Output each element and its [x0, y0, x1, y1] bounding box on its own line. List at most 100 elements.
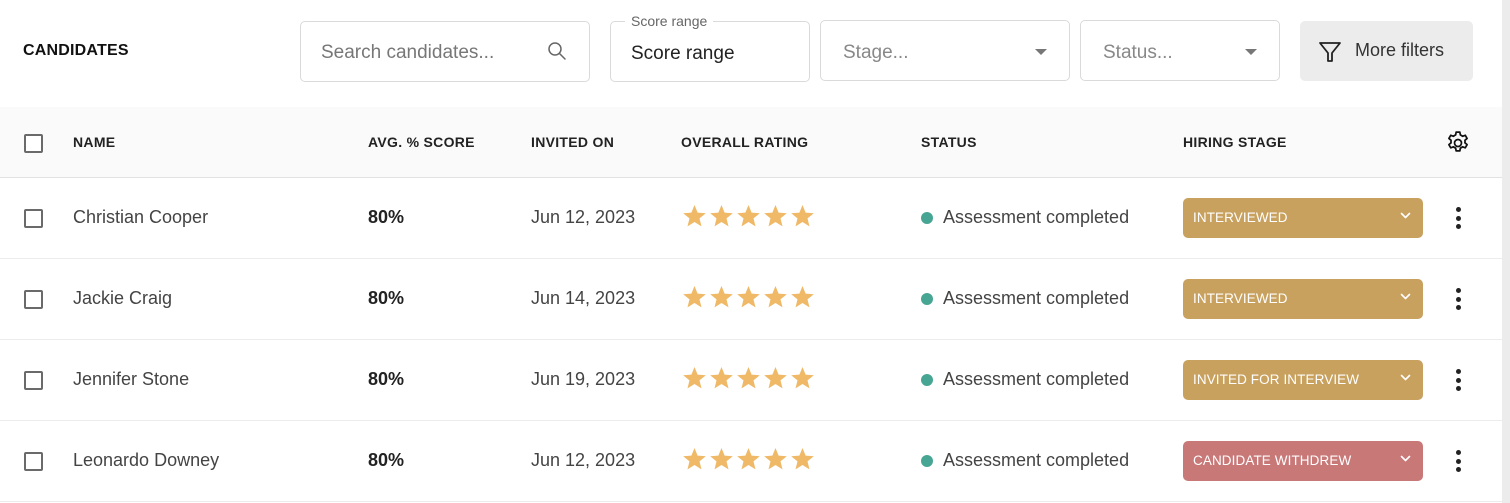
- candidate-name[interactable]: Leonardo Downey: [73, 450, 219, 471]
- candidate-name[interactable]: Jackie Craig: [73, 288, 172, 309]
- star-icon[interactable]: [789, 284, 816, 311]
- search-input[interactable]: Search candidates...: [300, 21, 590, 82]
- hiring-stage-dropdown[interactable]: INTERVIEWED: [1183, 279, 1423, 319]
- avg-score: 80%: [368, 288, 405, 308]
- stage-select[interactable]: Stage...: [820, 20, 1070, 81]
- star-icon[interactable]: [789, 446, 816, 473]
- chevron-down-icon: [1400, 374, 1411, 381]
- column-header-rating[interactable]: OVERALL RATING: [681, 134, 808, 150]
- kebab-dot-icon: [1455, 369, 1461, 374]
- status-text: Assessment completed: [943, 288, 1130, 308]
- row-checkbox[interactable]: [24, 452, 43, 471]
- status-cell: Assessment completed: [921, 288, 1129, 309]
- caret-down-icon: [1245, 49, 1257, 55]
- star-icon[interactable]: [735, 284, 762, 311]
- star-icon[interactable]: [708, 284, 735, 311]
- select-all-checkbox[interactable]: [24, 134, 43, 153]
- hiring-stage-dropdown[interactable]: INVITED FOR INTERVIEW: [1183, 360, 1423, 400]
- row-actions-menu-button[interactable]: [1448, 286, 1468, 312]
- kebab-dot-icon: [1455, 215, 1461, 221]
- column-header-invited[interactable]: INVITED ON: [531, 134, 614, 150]
- status-dot-icon: [921, 292, 933, 305]
- invited-date: Jun 19, 2023: [531, 369, 636, 389]
- row-checkbox[interactable]: [24, 290, 43, 309]
- table-row[interactable]: Jackie Craig 80% Jun 14, 2023 Assessment…: [0, 259, 1502, 340]
- invited-date: Jun 12, 2023: [531, 450, 636, 470]
- status-dot-icon: [921, 211, 933, 224]
- chevron-down-icon: [1400, 212, 1411, 219]
- column-header-stage[interactable]: HIRING STAGE: [1183, 134, 1287, 150]
- kebab-dot-icon: [1455, 450, 1461, 455]
- star-icon[interactable]: [708, 203, 735, 230]
- stage-placeholder: Stage...: [843, 42, 909, 63]
- star-icon[interactable]: [735, 203, 762, 230]
- star-icon[interactable]: [708, 365, 735, 392]
- more-filters-label: More filters: [1355, 40, 1445, 60]
- kebab-dot-icon: [1455, 207, 1461, 212]
- star-icon[interactable]: [789, 365, 816, 392]
- column-header-name[interactable]: NAME: [73, 134, 115, 150]
- overall-rating[interactable]: [681, 446, 816, 473]
- hiring-stage-dropdown[interactable]: CANDIDATE WITHDREW: [1183, 441, 1423, 481]
- table-row[interactable]: Christian Cooper 80% Jun 12, 2023 Assess…: [0, 178, 1502, 259]
- chevron-down-icon: [1400, 293, 1411, 300]
- status-text: Assessment completed: [943, 207, 1130, 227]
- kebab-dot-icon: [1455, 467, 1461, 472]
- candidate-name[interactable]: Jennifer Stone: [73, 369, 189, 390]
- star-icon[interactable]: [789, 203, 816, 230]
- kebab-dot-icon: [1455, 296, 1461, 302]
- hiring-stage-dropdown[interactable]: INTERVIEWED: [1183, 198, 1423, 238]
- star-icon[interactable]: [681, 365, 708, 392]
- row-actions-menu-button[interactable]: [1448, 205, 1468, 231]
- score-range-value: Score range: [631, 43, 735, 64]
- star-icon[interactable]: [762, 284, 789, 311]
- star-icon[interactable]: [735, 365, 762, 392]
- row-actions-menu-button[interactable]: [1448, 448, 1468, 474]
- hiring-stage-label: INTERVIEWED: [1193, 291, 1288, 306]
- hiring-stage-label: INVITED FOR INTERVIEW: [1193, 372, 1360, 387]
- star-icon[interactable]: [762, 365, 789, 392]
- avg-score: 80%: [368, 369, 405, 389]
- status-cell: Assessment completed: [921, 369, 1129, 390]
- overall-rating[interactable]: [681, 203, 816, 230]
- row-checkbox[interactable]: [24, 371, 43, 390]
- row-actions-menu-button[interactable]: [1448, 367, 1468, 393]
- score-range-field[interactable]: Score range Score range: [610, 13, 810, 82]
- search-icon[interactable]: [547, 41, 567, 61]
- star-icon[interactable]: [762, 203, 789, 230]
- scrollbar[interactable]: [1502, 0, 1510, 503]
- table-row[interactable]: Leonardo Downey 80% Jun 12, 2023 Assessm…: [0, 421, 1502, 502]
- kebab-dot-icon: [1455, 288, 1461, 293]
- status-text: Assessment completed: [943, 450, 1130, 470]
- caret-down-icon: [1035, 49, 1047, 55]
- kebab-dot-icon: [1455, 224, 1461, 229]
- star-icon[interactable]: [681, 446, 708, 473]
- page-title: CANDIDATES: [23, 42, 129, 59]
- hiring-stage-label: CANDIDATE WITHDREW: [1193, 453, 1352, 468]
- invited-date: Jun 12, 2023: [531, 207, 636, 227]
- row-checkbox[interactable]: [24, 209, 43, 228]
- column-header-score[interactable]: AVG. % SCORE: [368, 134, 475, 150]
- star-icon[interactable]: [681, 203, 708, 230]
- avg-score: 80%: [368, 450, 405, 470]
- status-dot-icon: [921, 373, 933, 386]
- overall-rating[interactable]: [681, 284, 816, 311]
- status-cell: Assessment completed: [921, 207, 1129, 228]
- candidate-name[interactable]: Christian Cooper: [73, 207, 208, 228]
- star-icon[interactable]: [762, 446, 789, 473]
- star-icon[interactable]: [735, 446, 762, 473]
- gear-icon[interactable]: [1445, 130, 1471, 156]
- kebab-dot-icon: [1455, 386, 1461, 391]
- status-dot-icon: [921, 454, 933, 467]
- status-placeholder: Status...: [1103, 42, 1173, 63]
- column-header-status[interactable]: STATUS: [921, 134, 977, 150]
- status-select[interactable]: Status...: [1080, 20, 1280, 81]
- table-header: NAME AVG. % SCORE INVITED ON OVERALL RAT…: [0, 107, 1502, 178]
- star-icon[interactable]: [681, 284, 708, 311]
- invited-date: Jun 14, 2023: [531, 288, 636, 308]
- star-icon[interactable]: [708, 446, 735, 473]
- table-row[interactable]: Jennifer Stone 80% Jun 19, 2023 Assessme…: [0, 340, 1502, 421]
- more-filters-button[interactable]: More filters: [1300, 21, 1473, 81]
- overall-rating[interactable]: [681, 365, 816, 392]
- filter-icon: [1319, 42, 1341, 62]
